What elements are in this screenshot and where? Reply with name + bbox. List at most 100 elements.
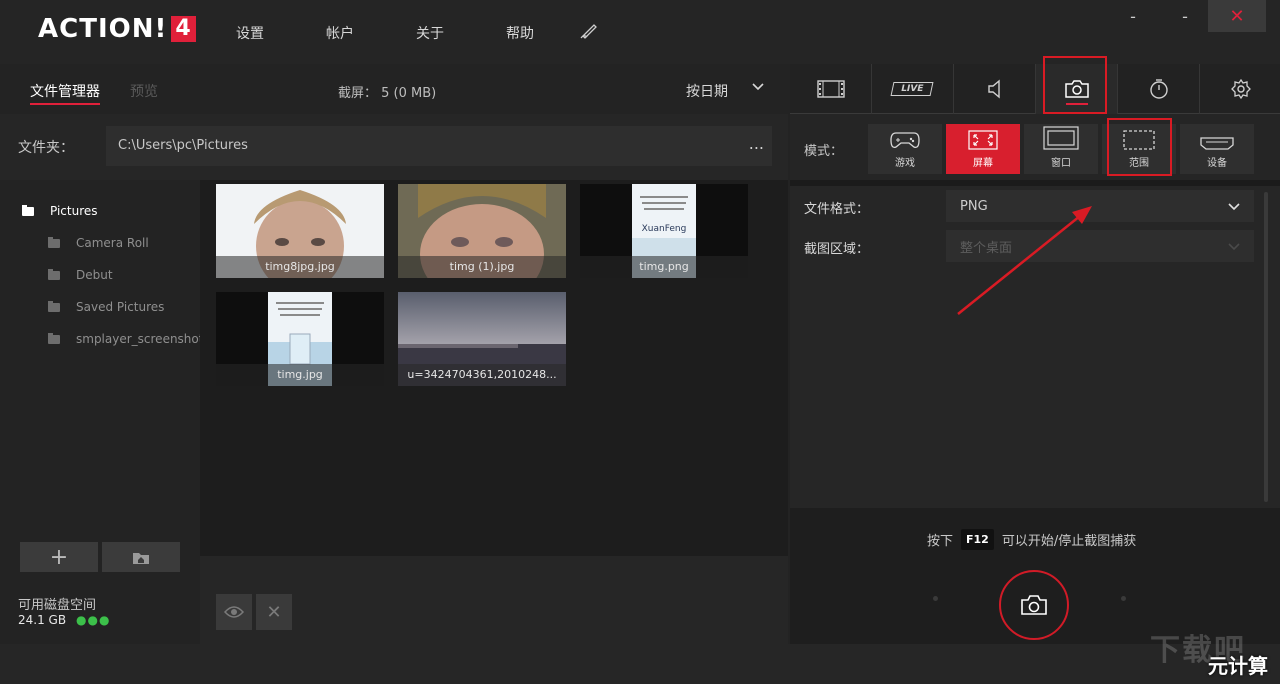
title-bar: ACTION! 4 设置 帐户 关于 帮助 - - ✕	[0, 0, 1280, 64]
tree-item-label: Debut	[76, 268, 113, 282]
hint-after: 可以开始/停止截图捕获	[1001, 534, 1137, 549]
hotkey-hint: 按下 F12 可以开始/停止截图捕获	[927, 529, 1136, 550]
menu-help[interactable]: 帮助	[506, 23, 534, 43]
fullscreen-icon	[968, 130, 998, 150]
mode-label-device: 设备	[1207, 158, 1227, 169]
thumbnail-caption: timg.jpg	[216, 364, 384, 386]
tab-audio[interactable]	[954, 64, 1036, 114]
settings-scrollbar[interactable]	[1264, 192, 1268, 502]
tab-video[interactable]	[790, 64, 872, 114]
mode-game-button[interactable]: 游戏	[868, 124, 942, 174]
tree-item-debut[interactable]: Debut	[48, 268, 113, 282]
tree-item-label: Saved Pictures	[76, 300, 165, 314]
capture-settings-panel: LIVE 模式： 游戏 屏幕 窗口 范围 设备 文件格式： PNG 截图区域： …	[790, 64, 1280, 644]
thumbnail-caption: timg.png	[580, 256, 748, 278]
thumbnail-caption: timg (1).jpg	[398, 256, 566, 278]
film-icon	[816, 80, 845, 98]
folder-label: 文件夹：	[18, 140, 74, 156]
camera-icon	[1021, 595, 1047, 615]
speaker-icon	[987, 79, 1000, 99]
close-button[interactable]: ✕	[1208, 0, 1266, 32]
folder-home-icon	[133, 553, 149, 564]
mode-device-button[interactable]: 设备	[1180, 124, 1254, 174]
screenshot-settings: 文件格式： PNG 截图区域： 整个桌面	[790, 186, 1280, 508]
thumbnail-item[interactable]: timg.jpg	[216, 292, 384, 386]
folder-path-field[interactable]: C:\Users\pc\Pictures ...	[106, 126, 772, 166]
hotkey-badge: F12	[961, 529, 994, 550]
folder-icon	[22, 204, 34, 216]
capture-hint-area: 按下 F12 可以开始/停止截图捕获	[790, 508, 1280, 644]
menu-settings[interactable]: 设置	[236, 23, 264, 43]
add-folder-button[interactable]: +	[20, 542, 98, 572]
plus-icon: +	[49, 544, 69, 570]
minimize-button[interactable]: -	[1104, 0, 1162, 32]
thumbnail-grid: timg8jpg.jpg timg (1).jpg XuanFeng timg.…	[200, 180, 788, 556]
mode-label-window: 窗口	[1051, 158, 1071, 169]
thumbnail-caption: timg8jpg.jpg	[216, 256, 384, 278]
folder-path-text: C:\Users\pc\Pictures	[118, 138, 248, 153]
chevron-down-icon[interactable]	[752, 80, 764, 96]
view-button[interactable]	[216, 594, 252, 630]
folder-icon	[48, 300, 60, 312]
live-icon: LIVE	[890, 82, 935, 96]
thumbnail-item[interactable]: XuanFeng timg.png	[580, 184, 748, 278]
pen-icon[interactable]	[580, 20, 600, 44]
folder-tree: Pictures Camera Roll Debut Saved Picture…	[0, 180, 210, 644]
file-manager-header: 文件管理器 预览 截屏： 5 (0 MB) 按日期	[0, 64, 788, 114]
chevron-down-icon	[1228, 243, 1240, 251]
gear-icon	[1231, 79, 1251, 99]
annotation-box-region-mode	[1107, 118, 1172, 176]
thumbnail-item[interactable]: timg8jpg.jpg	[216, 184, 384, 278]
delete-button[interactable]: ✕	[256, 594, 292, 630]
file-format-label: 文件格式：	[804, 202, 870, 217]
menu-about[interactable]: 关于	[416, 23, 444, 43]
logo-version: 4	[171, 16, 196, 42]
tree-item-label: Camera Roll	[76, 236, 149, 250]
thumbnail-caption: u=3424704361,2010248...	[398, 364, 566, 386]
mode-window-button[interactable]: 窗口	[1024, 124, 1098, 174]
mode-label: 模式：	[804, 144, 844, 159]
tab-timer[interactable]	[1118, 64, 1200, 114]
capture-area-value: 整个桌面	[960, 240, 1013, 256]
mode-label-screen: 屏幕	[973, 158, 993, 169]
menu-account[interactable]: 帐户	[326, 23, 354, 43]
tree-item-smplayer-screenshots[interactable]: smplayer_screenshots	[48, 332, 210, 346]
file-format-value: PNG	[960, 198, 988, 214]
browse-folder-button[interactable]: ...	[749, 134, 764, 153]
capture-area-select[interactable]: 整个桌面	[946, 230, 1254, 262]
folder-icon	[48, 236, 60, 248]
file-format-select[interactable]: PNG	[946, 190, 1254, 222]
tree-item-camera-roll[interactable]: Camera Roll	[48, 236, 149, 250]
take-screenshot-button[interactable]	[999, 570, 1069, 640]
sort-dropdown[interactable]: 按日期	[686, 81, 728, 101]
watermark-text: 元计算	[1208, 654, 1268, 678]
maximize-button[interactable]: -	[1156, 0, 1214, 32]
tree-item-label: smplayer_screenshots	[76, 332, 210, 346]
capture-area-label: 截图区域：	[804, 242, 870, 257]
tree-item-pictures[interactable]: Pictures	[22, 204, 98, 218]
hdmi-device-icon	[1200, 137, 1234, 150]
tab-preview[interactable]: 预览	[130, 81, 158, 101]
app-logo: ACTION! 4	[38, 14, 196, 44]
file-manager-panel: 文件管理器 预览 截屏： 5 (0 MB) 按日期 文件夹： C:\Users\…	[0, 64, 788, 644]
thumbnail-item[interactable]: u=3424704361,2010248...	[398, 292, 566, 386]
capture-mode-tabs: LIVE	[790, 64, 1280, 114]
folder-icon	[48, 268, 60, 280]
thumbnail-item[interactable]: timg (1).jpg	[398, 184, 566, 278]
disk-space-label: 可用磁盘空间	[18, 598, 97, 613]
capture-count: 截屏： 5 (0 MB)	[338, 86, 437, 101]
gamepad-icon	[890, 132, 920, 148]
tab-file-manager[interactable]: 文件管理器	[30, 81, 100, 105]
close-icon: ✕	[266, 601, 282, 623]
file-actions-bar: ✕	[200, 556, 788, 644]
mode-screen-button[interactable]: 屏幕	[946, 124, 1020, 174]
open-folder-button[interactable]	[102, 542, 180, 572]
tree-item-label: Pictures	[50, 204, 98, 218]
indicator-dot	[1121, 596, 1126, 601]
window-icon	[1043, 126, 1079, 150]
tab-live[interactable]: LIVE	[872, 64, 954, 114]
tree-item-saved-pictures[interactable]: Saved Pictures	[48, 300, 164, 314]
logo-text: ACTION!	[38, 14, 168, 44]
tab-settings[interactable]	[1200, 64, 1280, 114]
capture-mode-row: 模式： 游戏 屏幕 窗口 范围 设备	[790, 114, 1280, 180]
